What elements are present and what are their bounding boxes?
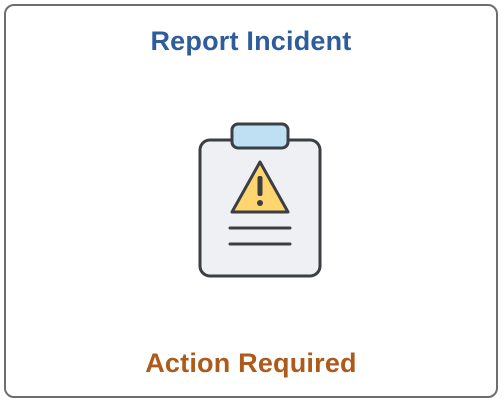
tile-title: Report Incident bbox=[150, 26, 352, 56]
clipboard-warning-icon bbox=[198, 122, 322, 278]
tile-status: Action Required bbox=[145, 348, 357, 378]
report-incident-tile[interactable]: Report Incident Action Required bbox=[4, 4, 498, 398]
